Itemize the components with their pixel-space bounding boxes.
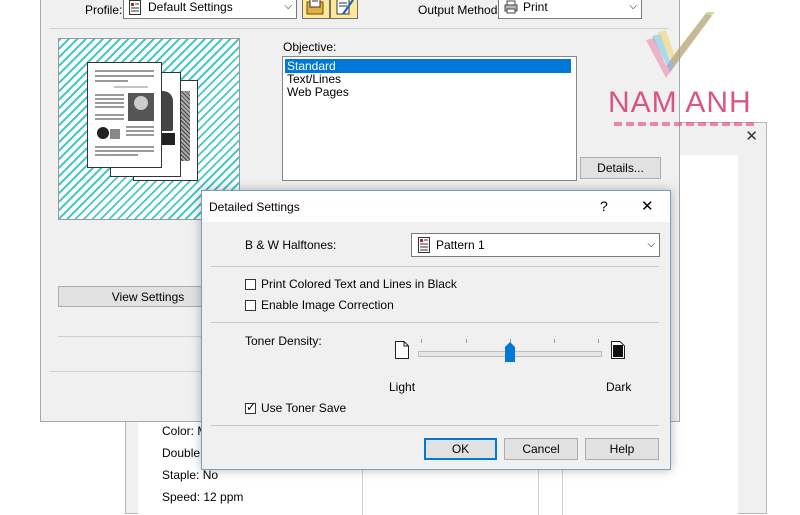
profile-document-icon [129,0,141,15]
use-toner-save-label: Use Toner Save [261,401,347,415]
profile-label: Profile: [85,3,123,17]
bw-halftones-select[interactable]: Pattern 1 ⌵ [411,233,660,257]
chevron-down-icon: ⌵ [629,1,637,12]
dialog-titlebar: Detailed Settings ? ✕ [202,191,670,222]
document-edit-icon [336,0,354,15]
enable-image-correction-checkbox[interactable] [245,300,256,311]
slider-tick [466,339,467,343]
help-button[interactable]: Help [585,438,659,460]
chevron-down-icon: ⌵ [284,1,292,12]
cancel-button[interactable]: Cancel [504,438,578,460]
summary-line-speed: Speed: 12 ppm [162,490,244,504]
preview-page-front [87,62,162,168]
help-icon[interactable]: ? [600,198,608,214]
dialog-separator [211,266,659,267]
toner-density-light-label: Light [389,380,416,394]
header-separator [50,28,668,29]
profile-value: Default Settings [148,0,233,14]
toner-density-slider-thumb[interactable] [505,342,515,362]
objective-item-text-lines[interactable]: Text/Lines [285,72,341,86]
objective-item-standard[interactable]: Standard [285,59,571,73]
objective-list[interactable]: Standard Text/Lines Web Pages [282,56,577,181]
detailed-settings-dialog: Detailed Settings ? ✕ B & W Halftones: P… [201,190,671,470]
close-icon[interactable]: ✕ [641,197,654,215]
print-colored-black-checkbox[interactable] [245,279,256,290]
folder-add-icon [306,0,324,15]
light-page-icon [395,341,409,362]
enable-image-correction-label: Enable Image Correction [261,298,394,312]
cmyk-checkmark-icon [646,6,718,78]
dialog-separator [211,322,659,323]
slider-tick [554,339,555,343]
print-colored-black-label: Print Colored Text and Lines in Black [261,277,457,291]
bw-halftones-label: B & W Halftones: [245,238,337,252]
checkmark-icon: ✓ [246,400,257,414]
dialog-separator [211,425,659,426]
use-toner-save-checkbox[interactable]: ✓ [245,400,257,414]
watermark-text: NAM ANH [608,86,752,119]
edit-profile-button[interactable] [330,0,358,19]
chevron-down-icon: ⌵ [647,239,655,250]
profile-select[interactable]: Default Settings ⌵ [123,0,297,19]
objective-label: Objective: [283,40,337,54]
slider-tick [598,339,599,343]
output-method-label: Output Method: [418,3,501,17]
add-profile-button[interactable] [302,0,330,19]
nam-anh-watermark-logo: NAM ANH [608,6,758,132]
ok-button[interactable]: OK [424,438,497,460]
details-button[interactable]: Details... [580,157,661,179]
summary-line-double: Double [162,446,201,460]
printer-icon [504,0,518,17]
objective-item-web-pages[interactable]: Web Pages [285,85,349,99]
dialog-title: Detailed Settings [209,200,300,214]
output-method-value: Print [523,0,548,14]
summary-line-staple: Staple: No [162,468,219,482]
halftone-pattern-icon [418,237,430,256]
toner-density-dark-label: Dark [606,380,632,394]
slider-tick [421,339,422,343]
toner-density-label: Toner Density: [245,334,322,348]
bw-halftones-value: Pattern 1 [436,238,485,252]
dark-page-icon [611,341,625,362]
watermark-dashes [614,122,754,126]
